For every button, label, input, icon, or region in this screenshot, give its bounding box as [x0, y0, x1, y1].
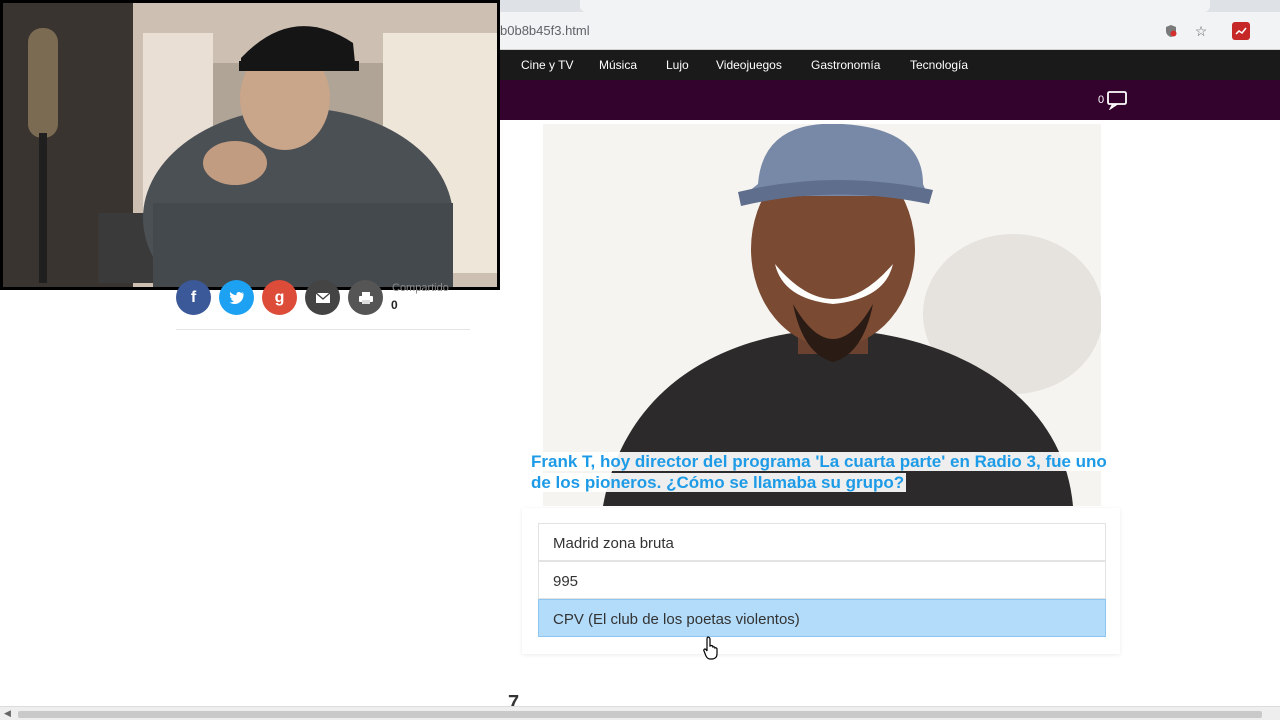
twitter-icon — [229, 291, 244, 304]
extension-icon[interactable] — [1232, 22, 1250, 40]
quiz-photo-image — [543, 124, 1101, 506]
address-bar[interactable]: b0b8b45f3.html ☆ — [500, 12, 1280, 50]
site-nav: Cine y TV Música Lujo Videojuegos Gastro… — [500, 50, 1280, 80]
divider — [176, 329, 470, 330]
nav-item-gastronomia[interactable]: Gastronomía — [811, 58, 880, 72]
browser-tab-strip — [500, 0, 1280, 12]
site-subbar: 0 — [500, 80, 1280, 120]
quiz-photo — [543, 124, 1101, 506]
webcam-overlay — [0, 0, 500, 290]
email-share-button[interactable] — [305, 280, 340, 315]
webcam-video — [3, 3, 497, 287]
answer-option[interactable]: 995 — [538, 561, 1106, 599]
quiz-answers: Madrid zona bruta 995 CPV (El club de lo… — [522, 508, 1120, 654]
horizontal-scrollbar[interactable]: ◀ — [0, 706, 1280, 720]
nav-item-musica[interactable]: Música — [599, 58, 637, 72]
shield-icon[interactable] — [1162, 22, 1180, 40]
comment-icon — [1107, 91, 1128, 110]
answer-option[interactable]: Madrid zona bruta — [538, 523, 1106, 561]
comment-count: 0 — [1098, 94, 1105, 106]
comments-button[interactable]: 0 — [1098, 90, 1128, 110]
quiz-question: Frank T, hoy director del programa 'La c… — [529, 451, 1109, 493]
share-buttons: f g — [176, 280, 383, 315]
twitter-share-button[interactable] — [219, 280, 254, 315]
browser-tab[interactable] — [580, 0, 1210, 12]
share-count-label: Compartido — [392, 282, 449, 294]
nav-item-cine-tv[interactable]: Cine y TV — [521, 58, 573, 72]
email-icon — [315, 291, 330, 303]
facebook-share-button[interactable]: f — [176, 280, 211, 315]
nav-item-tecnologia[interactable]: Tecnología — [910, 58, 968, 72]
answer-option-selected[interactable]: CPV (El club de los poetas violentos) — [538, 599, 1106, 637]
google-plus-share-button[interactable]: g — [262, 280, 297, 315]
nav-item-videojuegos[interactable]: Videojuegos — [716, 58, 782, 72]
scroll-left-arrow-icon[interactable]: ◀ — [4, 708, 11, 719]
scrollbar-thumb[interactable] — [18, 711, 1262, 718]
screen: b0b8b45f3.html ☆ Cine y TV Música Lujo V… — [0, 0, 1280, 720]
hand-cursor-icon — [703, 636, 718, 660]
star-icon[interactable]: ☆ — [1192, 22, 1210, 40]
print-share-button[interactable] — [348, 280, 383, 315]
nav-item-lujo[interactable]: Lujo — [666, 58, 689, 72]
print-icon — [358, 291, 373, 304]
share-count: 0 — [391, 298, 398, 312]
quiz-question-text: Frank T, hoy director del programa 'La c… — [529, 452, 1109, 492]
url-text[interactable]: b0b8b45f3.html — [500, 23, 590, 38]
